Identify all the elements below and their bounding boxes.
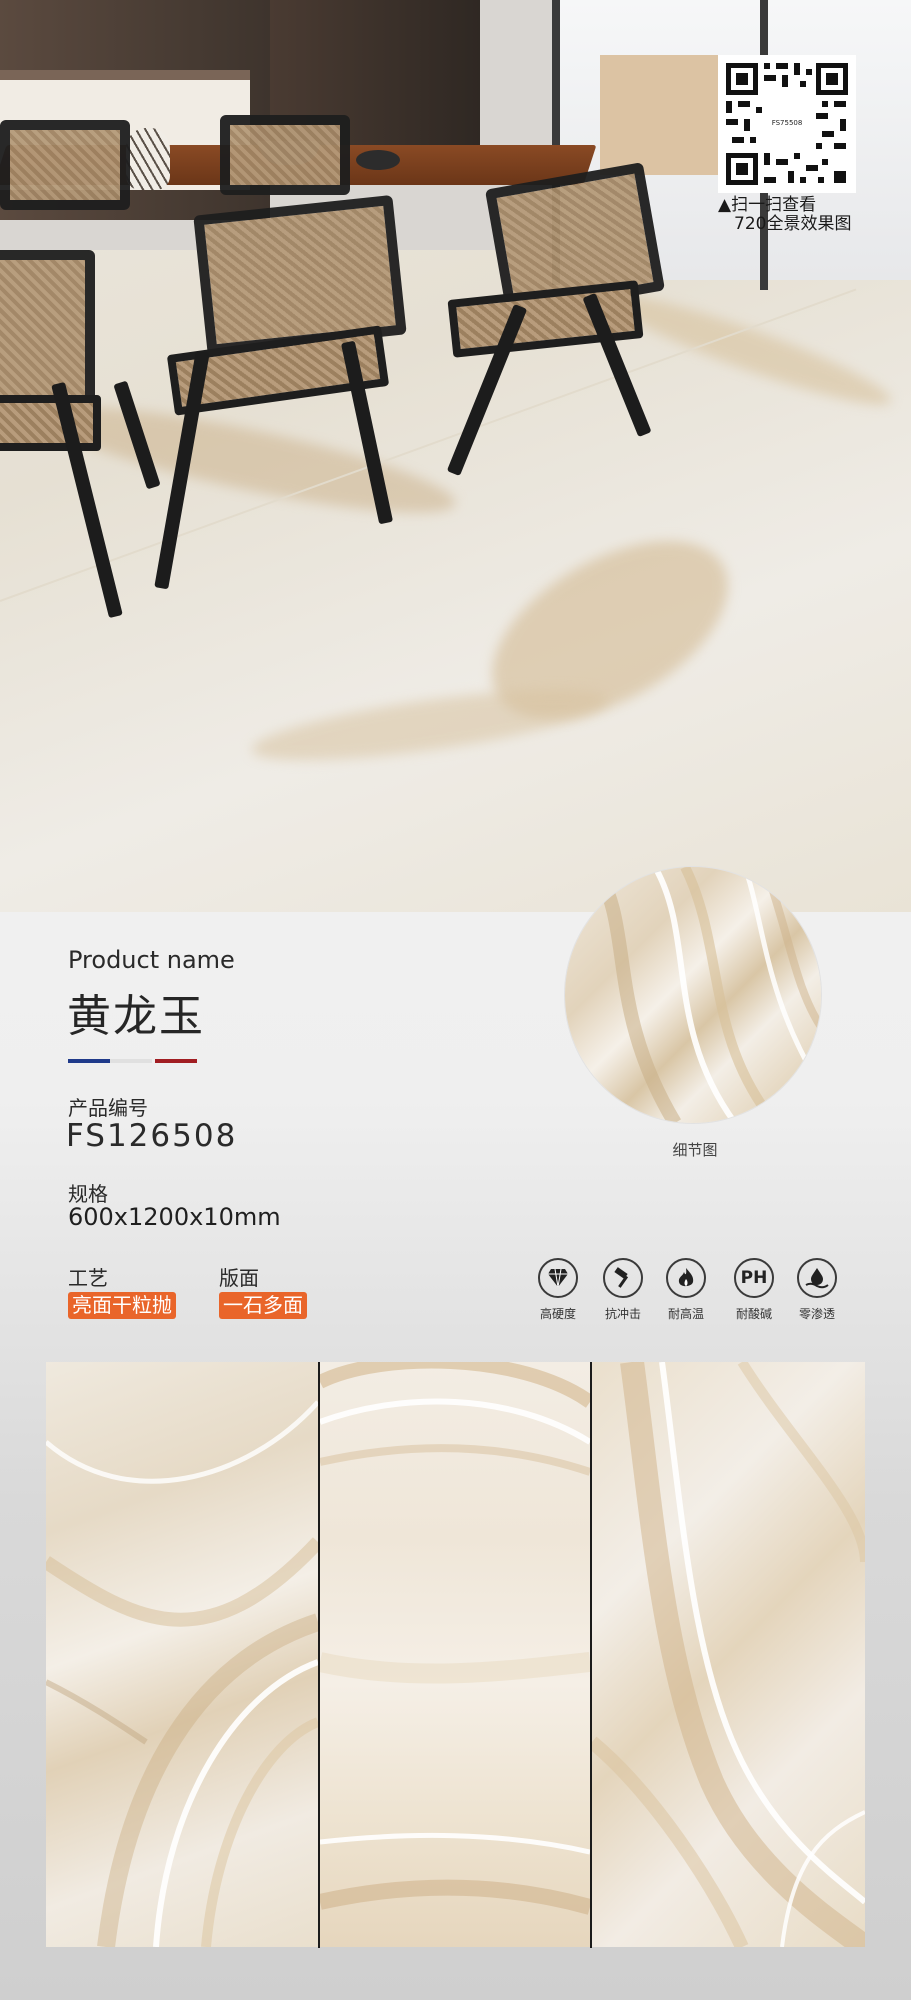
face-tag: 一石多面 <box>219 1292 307 1319</box>
qr-caption-line2: 720全景效果图 <box>734 214 852 234</box>
feature-heat: 耐高温 <box>658 1258 714 1322</box>
feature-hardness: 高硬度 <box>530 1258 586 1322</box>
product-name-label: Product name <box>68 946 235 974</box>
floor-vein <box>602 279 898 421</box>
flag-stripe-blue <box>68 1059 110 1063</box>
craft-tag: 亮面干粒抛 <box>68 1292 176 1319</box>
product-code-label: 产品编号 <box>68 1096 148 1120</box>
product-name: 黄龙玉 <box>67 991 205 1042</box>
water-drop-icon <box>797 1258 837 1298</box>
feature-label: 耐高温 <box>667 1307 704 1321</box>
detail-image-label: 细节图 <box>672 1141 718 1159</box>
chair-seat <box>0 395 101 451</box>
feature-label: 零渗透 <box>798 1307 835 1321</box>
chair <box>0 120 130 210</box>
flag-stripe-white <box>110 1059 152 1063</box>
floor-vein <box>248 675 612 775</box>
qr-code-label: FS75508 <box>764 112 810 134</box>
craft-label: 工艺 <box>68 1266 108 1290</box>
flame-icon <box>666 1258 706 1298</box>
flag-stripe-red <box>155 1059 197 1063</box>
cabinet-shelf <box>0 70 250 80</box>
detail-image <box>565 867 821 1123</box>
feature-label: 耐酸碱 <box>735 1307 772 1321</box>
tile-slab-3 <box>592 1362 865 1947</box>
diamond-icon <box>538 1258 578 1298</box>
ph-icon: PH <box>734 1258 774 1298</box>
decor-stones <box>356 150 400 170</box>
feature-acid: PH 耐酸碱 <box>726 1258 782 1322</box>
tile-slab-1 <box>46 1362 318 1947</box>
feature-waterproof: 零渗透 <box>789 1258 845 1322</box>
feature-label: 抗冲击 <box>604 1307 641 1321</box>
floor-vein <box>38 386 462 534</box>
qr-caption-line1: ▲扫一扫查看 <box>718 195 817 215</box>
tile-slab-2 <box>320 1362 590 1947</box>
hammer-icon <box>603 1258 643 1298</box>
chair <box>220 115 350 195</box>
face-label: 版面 <box>219 1266 259 1290</box>
feature-impact: 抗冲击 <box>595 1258 651 1322</box>
decor-vase <box>126 128 170 190</box>
qr-caption: ▲扫一扫查看 720全景效果图 <box>718 196 868 234</box>
spec-value: 600x1200x10mm <box>68 1203 281 1231</box>
feature-label: 高硬度 <box>539 1307 576 1321</box>
product-code: FS126508 <box>66 1118 238 1154</box>
qr-code[interactable]: FS75508 <box>718 55 856 193</box>
